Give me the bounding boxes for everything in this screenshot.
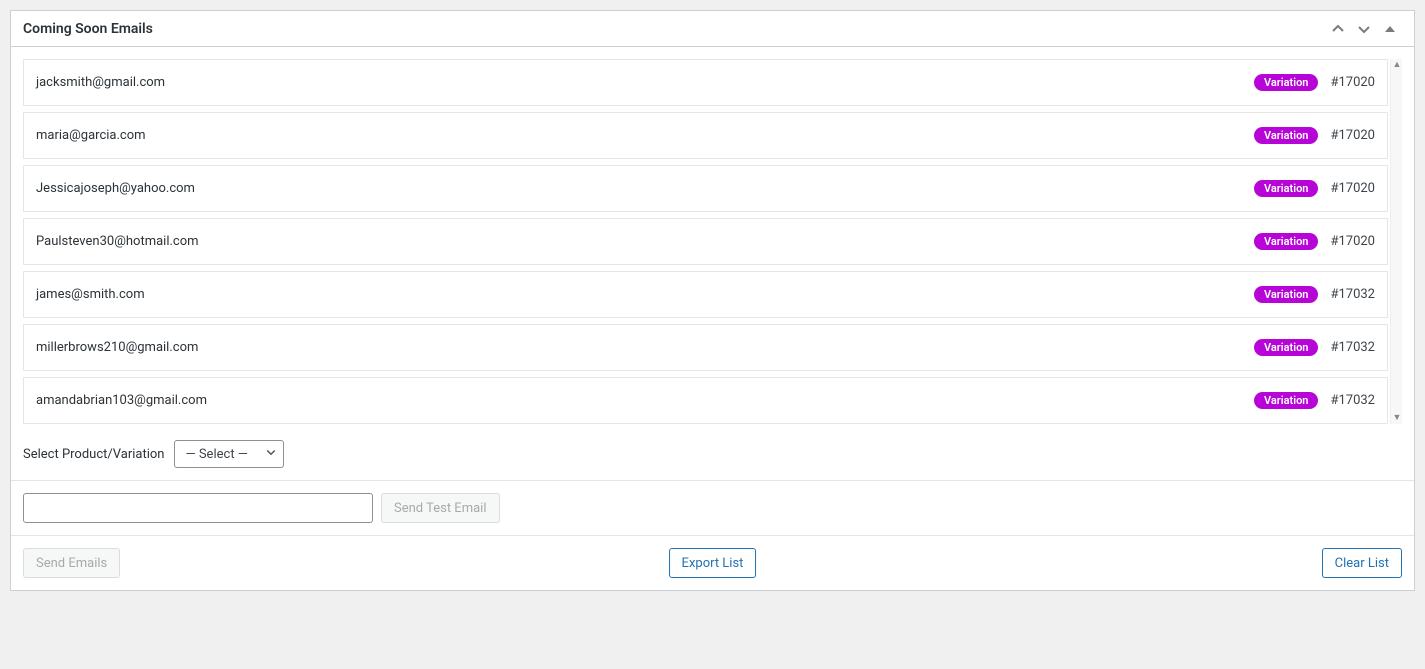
variation-badge: Variation bbox=[1254, 74, 1318, 91]
test-email-section: Send Test Email bbox=[11, 481, 1414, 536]
test-email-input[interactable] bbox=[23, 493, 373, 523]
move-down-icon[interactable] bbox=[1352, 17, 1376, 41]
email-address: millerbrows210@gmail.com bbox=[36, 340, 198, 355]
email-address: Paulsteven30@hotmail.com bbox=[36, 234, 199, 249]
email-list: ▲ ▼ jacksmith@gmail.com Variation #17020… bbox=[23, 59, 1402, 424]
email-row: millerbrows210@gmail.com Variation #1703… bbox=[23, 324, 1388, 371]
variation-badge: Variation bbox=[1254, 339, 1318, 356]
email-id: #17020 bbox=[1330, 75, 1375, 90]
email-row: jacksmith@gmail.com Variation #17020 bbox=[23, 59, 1388, 106]
coming-soon-emails-panel: Coming Soon Emails ▲ ▼ jacksmith@gmail.c… bbox=[10, 10, 1415, 591]
email-id: #17020 bbox=[1330, 234, 1375, 249]
chevron-down-icon bbox=[265, 446, 277, 462]
email-row: james@smith.com Variation #17032 bbox=[23, 271, 1388, 318]
panel-header: Coming Soon Emails bbox=[11, 11, 1414, 47]
export-list-button[interactable]: Export List bbox=[669, 548, 757, 578]
select-product-label: Select Product/Variation bbox=[23, 447, 164, 462]
email-id: #17020 bbox=[1330, 181, 1375, 196]
variation-badge: Variation bbox=[1254, 392, 1318, 409]
scroll-down-icon[interactable]: ▼ bbox=[1391, 412, 1403, 424]
variation-badge: Variation bbox=[1254, 233, 1318, 250]
select-product-row: Select Product/Variation — Select — bbox=[23, 440, 1402, 468]
list-scrollbar[interactable]: ▲ ▼ bbox=[1390, 59, 1402, 424]
select-product-value: — Select — bbox=[185, 447, 247, 462]
send-test-email-button[interactable]: Send Test Email bbox=[381, 493, 500, 523]
email-address: jacksmith@gmail.com bbox=[36, 75, 165, 90]
move-up-icon[interactable] bbox=[1326, 17, 1350, 41]
scroll-up-icon[interactable]: ▲ bbox=[1391, 59, 1403, 71]
email-address: Jessicajoseph@yahoo.com bbox=[36, 181, 195, 196]
collapse-icon[interactable] bbox=[1378, 17, 1402, 41]
panel-footer: Send Emails Export List Clear List bbox=[11, 536, 1414, 590]
variation-badge: Variation bbox=[1254, 127, 1318, 144]
panel-body: ▲ ▼ jacksmith@gmail.com Variation #17020… bbox=[11, 47, 1414, 481]
email-address: james@smith.com bbox=[36, 287, 145, 302]
email-address: amandabrian103@gmail.com bbox=[36, 393, 207, 408]
clear-list-button[interactable]: Clear List bbox=[1322, 548, 1402, 578]
email-row: Paulsteven30@hotmail.com Variation #1702… bbox=[23, 218, 1388, 265]
panel-header-controls bbox=[1326, 17, 1402, 41]
send-emails-button[interactable]: Send Emails bbox=[23, 548, 120, 578]
email-id: #17032 bbox=[1330, 287, 1375, 302]
email-row: Jessicajoseph@yahoo.com Variation #17020 bbox=[23, 165, 1388, 212]
email-id: #17020 bbox=[1330, 128, 1375, 143]
panel-title: Coming Soon Emails bbox=[23, 21, 153, 37]
variation-badge: Variation bbox=[1254, 286, 1318, 303]
email-id: #17032 bbox=[1330, 393, 1375, 408]
email-row: maria@garcia.com Variation #17020 bbox=[23, 112, 1388, 159]
email-address: maria@garcia.com bbox=[36, 128, 146, 143]
email-row: amandabrian103@gmail.com Variation #1703… bbox=[23, 377, 1388, 424]
email-id: #17032 bbox=[1330, 340, 1375, 355]
variation-badge: Variation bbox=[1254, 180, 1318, 197]
select-product-dropdown[interactable]: — Select — bbox=[174, 440, 284, 468]
